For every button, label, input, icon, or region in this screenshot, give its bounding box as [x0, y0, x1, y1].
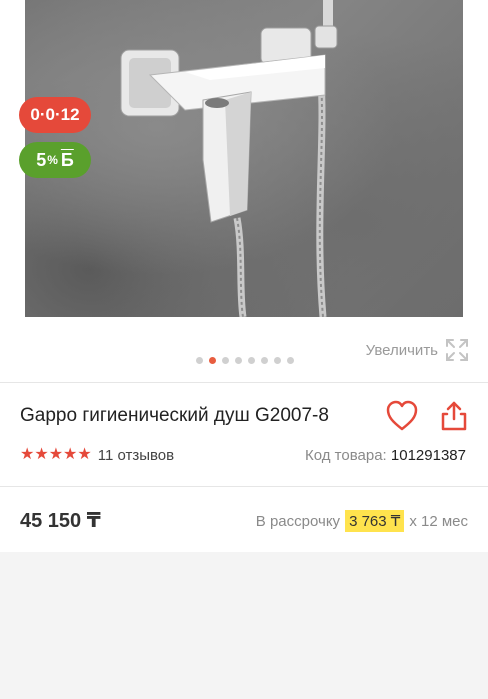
pagination-dot[interactable] [196, 357, 203, 364]
product-code: Код товара: 101291387 [305, 447, 466, 464]
gallery-pagination [196, 357, 294, 364]
product-code-label: Код товара: [305, 447, 387, 464]
installment-suffix: x 12 мес [409, 512, 468, 530]
pagination-dot[interactable] [261, 357, 268, 364]
heart-icon [386, 400, 418, 431]
favorite-button[interactable] [385, 400, 419, 437]
installment-amount: 3 763 ₸ [345, 510, 405, 532]
star-icon: ★ [20, 446, 35, 463]
installment-badge-text: 0·0·12 [30, 105, 80, 124]
bonus-badge: 5% Б [19, 142, 91, 178]
star-icon: ★ [48, 446, 64, 463]
star-icon: ★ [34, 446, 49, 463]
zoom-button[interactable]: Увеличить [366, 337, 470, 363]
bonus-letter: Б [60, 149, 74, 170]
product-price: 45 150 ₸ [20, 510, 101, 532]
bonus-value: 5 [36, 149, 47, 170]
star-rating: ★★★★★ [20, 446, 92, 464]
product-code-value: 101291387 [390, 447, 466, 464]
share-icon [441, 401, 467, 431]
bonus-unit: % [47, 153, 58, 167]
rating-row[interactable]: ★★★★★ 11 отзывов [20, 446, 174, 464]
installment-badge: 0·0·12 [19, 97, 91, 133]
pagination-dot[interactable] [287, 357, 294, 364]
expand-icon [446, 339, 468, 361]
pagination-dot[interactable] [209, 357, 216, 364]
pagination-dot[interactable] [274, 357, 281, 364]
installment-info[interactable]: В рассрочку 3 763 ₸ x 12 мес [256, 510, 468, 532]
pagination-dot[interactable] [235, 357, 242, 364]
pagination-dot[interactable] [248, 357, 255, 364]
share-button[interactable] [439, 400, 469, 437]
divider [0, 382, 488, 383]
zoom-label: Увеличить [365, 341, 438, 359]
product-title: Gappo гигиенический душ G2007-8 [20, 405, 329, 426]
reviews-link[interactable]: 11 отзывов [98, 447, 174, 464]
installment-prefix: В рассрочку [255, 512, 341, 530]
star-icon: ★ [63, 446, 78, 463]
divider [0, 486, 488, 487]
pagination-dot[interactable] [222, 357, 229, 364]
product-card: 0·0·12 5% Б Увеличить Gappo гигиенический… [0, 0, 488, 552]
star-icon: ★ [77, 446, 92, 463]
